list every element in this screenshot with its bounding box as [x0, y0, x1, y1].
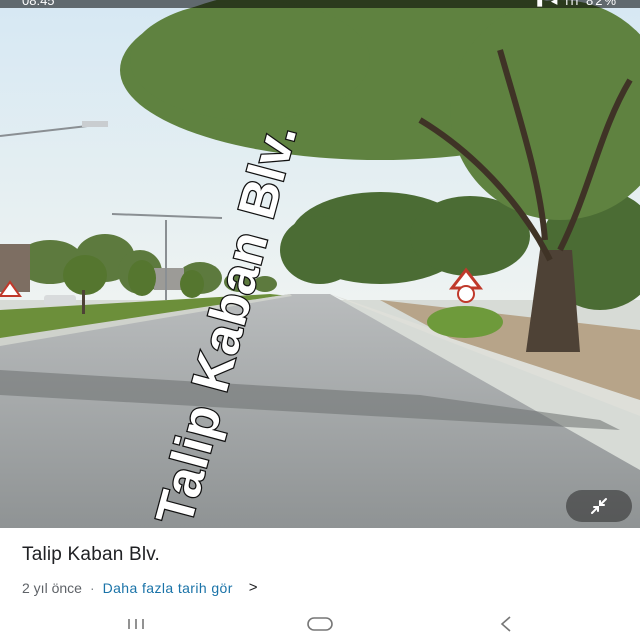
imagery-date-row: 2 yıl önce · Daha fazla tarih gör > [22, 579, 258, 596]
imagery-age: 2 yıl önce [22, 579, 82, 596]
meta-separator: · [89, 579, 95, 596]
recent-apps-button[interactable] [116, 612, 156, 636]
more-history-link[interactable]: Daha fazla tarih gör [103, 580, 233, 596]
home-icon [307, 617, 333, 631]
road-name-overlay-text: Talip Kaban Blv. [146, 117, 309, 528]
place-title: Talip Kaban Blv. [22, 544, 161, 565]
system-nav-bar [0, 606, 640, 640]
collapse-arrows-icon [591, 498, 607, 514]
chevron-right-icon[interactable]: > [249, 579, 258, 596]
back-icon [500, 616, 511, 632]
collapse-view-button[interactable] [566, 490, 632, 522]
recent-apps-icon [128, 619, 144, 629]
street-view-panorama[interactable]: 08:45 ▮ ◂ ıll 82% Talip Kaban Blv. [0, 0, 640, 528]
place-info-panel: Talip Kaban Blv. 2 yıl önce · Daha fazla… [0, 528, 640, 606]
road-name-overlay: Talip Kaban Blv. [144, 116, 309, 528]
back-button[interactable] [486, 612, 526, 636]
home-button[interactable] [300, 612, 340, 636]
